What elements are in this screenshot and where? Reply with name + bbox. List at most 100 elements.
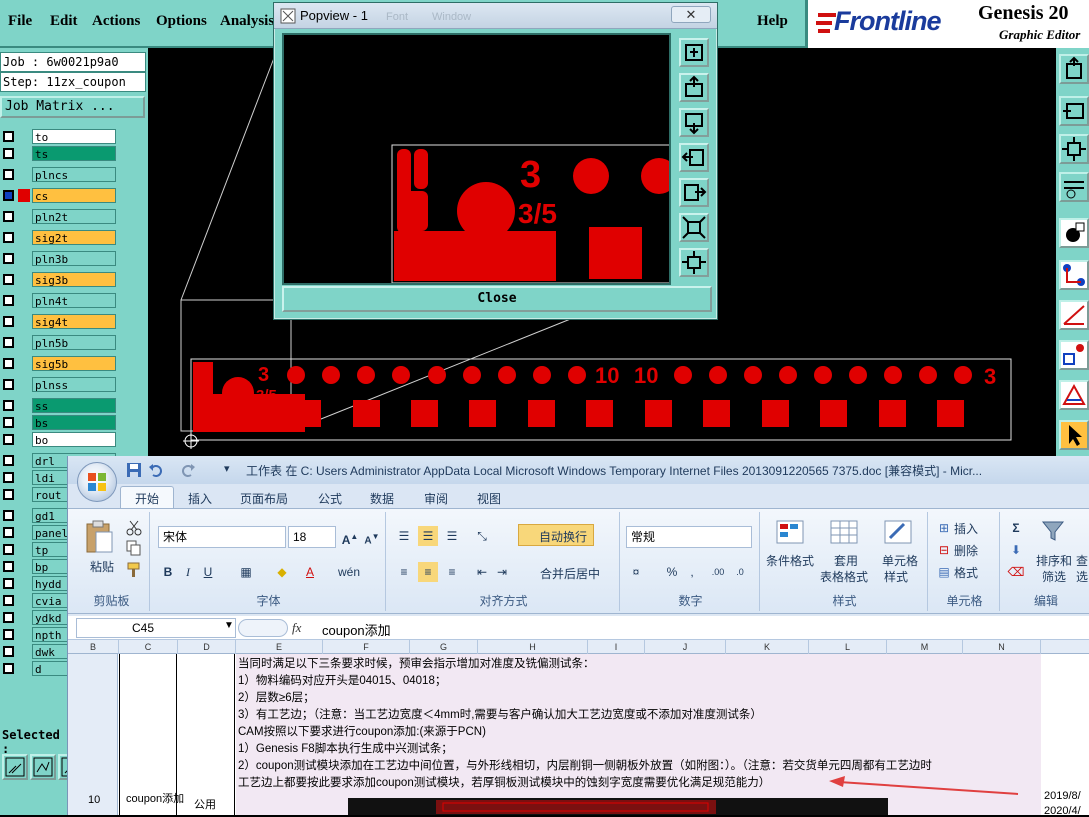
menu-edit[interactable]: Edit [50,13,78,30]
tool-circle-icon[interactable] [1059,218,1089,248]
zoom-out-icon[interactable] [679,213,709,242]
borders-icon[interactable]: ▦ [236,562,256,582]
sort-filter-label2[interactable]: 筛选 [1042,568,1066,585]
redo-icon[interactable] [180,462,196,478]
layer-name[interactable]: sig3b [32,272,116,287]
layer-row[interactable]: sig2t [0,229,120,246]
qat-dropdown-icon[interactable]: ▾ [224,462,230,475]
sort-filter-label1[interactable]: 排序和 [1036,552,1072,569]
popview-titlebar[interactable]: Popview - 1 Font Window ✕ [274,3,717,29]
layer-checkbox[interactable] [3,190,14,201]
tab-data[interactable]: 数据 [370,490,394,507]
font-color-icon[interactable]: A [300,562,320,582]
layer-row[interactable]: to [0,128,120,145]
layer-name[interactable]: bs [32,415,116,430]
layer-name[interactable]: pln5b [32,335,116,350]
align-left-icon[interactable]: ≡ [394,562,414,582]
layer-row[interactable]: plnss [0,376,120,393]
layer-checkbox[interactable] [3,400,14,411]
layer-checkbox[interactable] [3,337,14,348]
column-header[interactable]: C [119,640,178,654]
menu-options[interactable]: Options [156,13,207,30]
layer-checkbox[interactable] [3,544,14,555]
layer-checkbox[interactable] [3,527,14,538]
pan-right-icon[interactable] [679,178,709,207]
orientation-icon[interactable]: ⤡ [472,526,492,546]
underline-icon[interactable]: U [198,562,218,582]
layer-checkbox[interactable] [3,663,14,674]
format-table-label1[interactable]: 套用 [834,552,858,569]
tool-node-icon[interactable] [1059,260,1089,290]
layer-row[interactable]: bs [0,414,120,431]
format-painter-icon[interactable] [126,562,142,578]
decrease-indent-icon[interactable]: ⇤ [472,562,492,582]
layer-name[interactable]: sig2t [32,230,116,245]
menu-help[interactable]: Help [757,13,788,30]
layer-name[interactable]: to [32,129,116,144]
tab-view[interactable]: 视图 [477,490,501,507]
column-header[interactable]: E [236,640,323,654]
cell-styles-label1[interactable]: 单元格 [882,552,918,569]
layer-checkbox[interactable] [3,561,14,572]
zoom-home-icon[interactable] [679,248,709,277]
name-box[interactable]: C45 [76,618,236,638]
layer-checkbox[interactable] [3,472,14,483]
align-middle-icon[interactable]: ☰ [418,526,438,546]
font-size-select[interactable]: 18 [288,526,336,548]
delete-cells-label[interactable]: 删除 [954,542,978,559]
tool-measure-icon[interactable] [30,754,56,780]
align-bottom-icon[interactable]: ☰ [442,526,462,546]
popview-canvas[interactable]: 3 3/5 [282,33,677,285]
pan-down-icon[interactable] [679,108,709,137]
find-label2[interactable]: 选 [1076,568,1088,585]
layer-row[interactable]: pln3b [0,250,120,267]
percent-icon[interactable]: % [662,562,682,582]
tool-triangle-icon[interactable] [1059,380,1089,410]
excel-titlebar[interactable]: ▾ 工作表 在 C: Users Administrator AppData L… [68,456,1089,484]
layer-row[interactable]: ss [0,397,120,414]
layer-checkbox[interactable] [3,434,14,445]
layer-checkbox[interactable] [3,455,14,466]
layer-checkbox[interactable] [3,417,14,428]
save-icon[interactable] [126,462,142,478]
zoom-in-icon[interactable] [679,38,709,67]
layer-name[interactable]: plnss [32,377,116,392]
format-cells-icon[interactable]: ▤ [934,562,954,582]
format-table-icon[interactable] [830,520,858,544]
merge-center-label[interactable]: 合并后居中 [540,565,600,582]
cell-styles-label2[interactable]: 样式 [884,568,908,585]
cell-c[interactable]: coupon添加 [119,654,184,815]
layer-row[interactable]: pln5b [0,334,120,351]
tool-select-icon[interactable] [2,754,28,780]
fill-color-icon[interactable]: ◆ [272,562,292,582]
menu-file[interactable]: File [8,13,32,30]
layer-checkbox[interactable] [3,148,14,159]
layer-checkbox[interactable] [3,510,14,521]
tool-snap-icon[interactable] [1059,172,1089,202]
font-name-select[interactable]: 宋体 [158,526,286,548]
grow-font-icon[interactable]: A▲ [340,527,360,547]
layer-checkbox[interactable] [3,131,14,142]
layer-row[interactable]: pln2t [0,208,120,225]
office-button[interactable] [77,462,117,502]
layer-checkbox[interactable] [3,253,14,264]
currency-icon[interactable]: ¤ [626,562,646,582]
number-format-select[interactable]: 常规 [626,526,752,548]
tab-page-layout[interactable]: 页面布局 [240,490,288,507]
clear-icon[interactable]: ⌫ [1006,562,1026,582]
layer-name[interactable]: pln3b [32,251,116,266]
column-header[interactable]: D [178,640,236,654]
comma-icon[interactable]: , [682,562,702,582]
layer-name[interactable]: sig5b [32,356,116,371]
job-matrix-button[interactable]: Job Matrix ... [0,96,145,118]
insert-cells-icon[interactable]: ⊞ [934,518,954,538]
column-header[interactable]: L [809,640,887,654]
tab-home[interactable]: 开始 [135,490,159,507]
name-box-dropdown-icon[interactable]: ▼ [224,620,234,631]
decrease-decimal-icon[interactable]: .0 [730,562,750,582]
layer-row[interactable]: sig4t [0,313,120,330]
copy-icon[interactable] [126,540,142,556]
menu-analysis[interactable]: Analysis [220,13,274,30]
layer-checkbox[interactable] [3,316,14,327]
column-header[interactable]: I [588,640,645,654]
